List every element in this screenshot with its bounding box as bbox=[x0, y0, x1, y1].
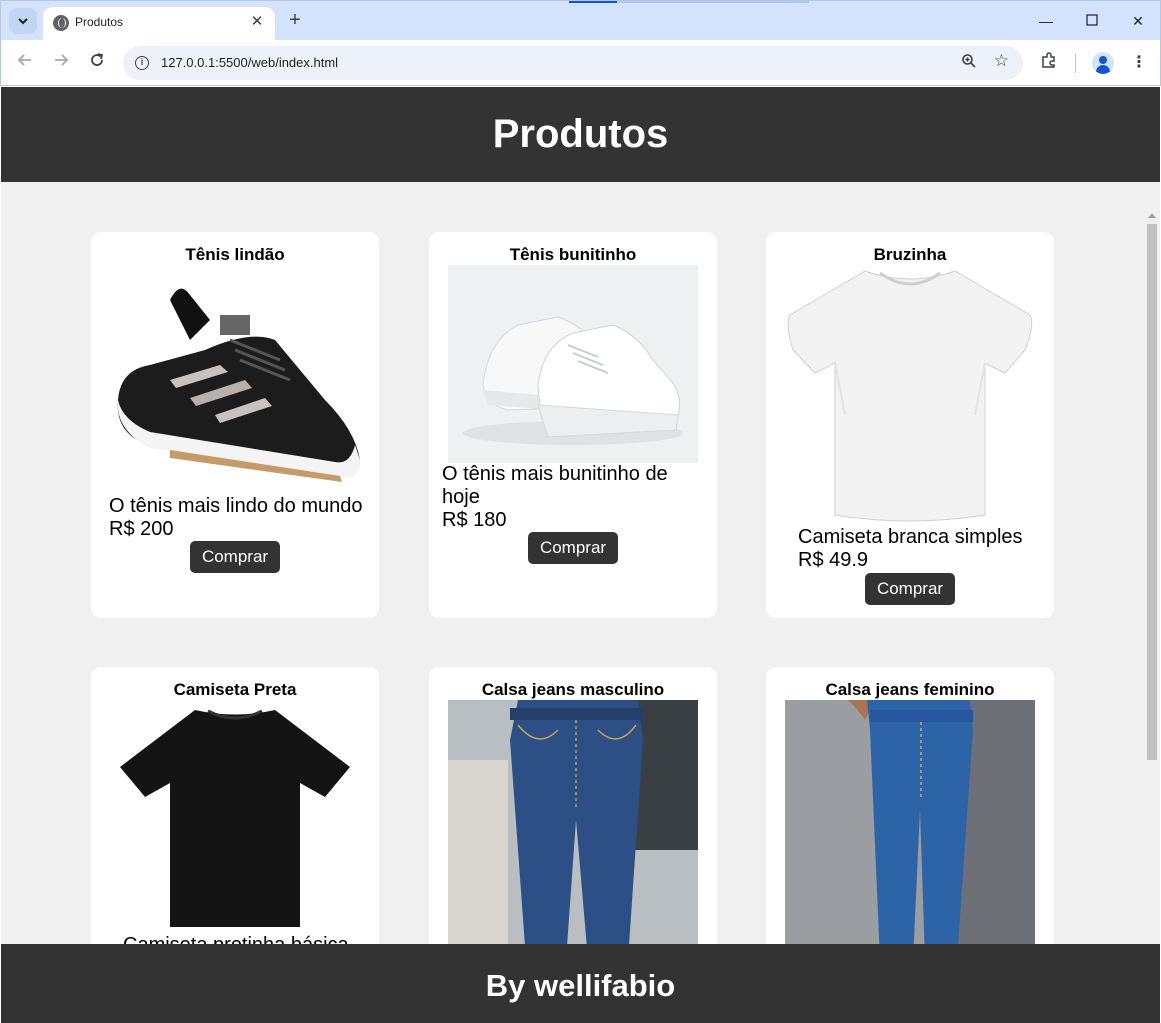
extensions-icon[interactable] bbox=[1037, 51, 1061, 75]
product-image-black-tshirt bbox=[110, 705, 360, 930]
product-image-white-tshirt bbox=[785, 265, 1035, 525]
product-name: Camiseta Preta bbox=[173, 680, 297, 699]
product-name: Calsa jeans feminino bbox=[825, 680, 995, 699]
product-card: Tênis bunitinho O tênis mais bunitinho d… bbox=[429, 232, 717, 618]
footer-text: By wellifabio bbox=[485, 968, 676, 1003]
product-name: Calsa jeans masculino bbox=[481, 680, 665, 699]
scroll-up-arrow-icon[interactable] bbox=[1148, 213, 1156, 218]
new-tab-button[interactable]: + bbox=[285, 9, 305, 31]
product-price: R$ 200 bbox=[109, 518, 174, 540]
toolbar-separator bbox=[1075, 53, 1076, 73]
scrollbar-thumb[interactable] bbox=[1147, 224, 1157, 760]
browser-tab[interactable]: Produtos ✕ bbox=[43, 7, 275, 41]
back-button[interactable] bbox=[13, 51, 37, 75]
tab-strip-accent bbox=[569, 1, 617, 3]
product-image-womens-jeans bbox=[785, 700, 1035, 960]
product-card: Tênis lindão O tênis mais lindo do mundo… bbox=[91, 232, 379, 618]
buy-button[interactable]: Comprar bbox=[527, 532, 619, 564]
product-image-white-sneakers bbox=[448, 265, 698, 463]
address-bar[interactable]: i 127.0.0.1:5500/web/index.html ☆ bbox=[123, 46, 1023, 80]
close-tab-icon[interactable]: ✕ bbox=[247, 12, 267, 32]
buy-button[interactable]: Comprar bbox=[189, 541, 281, 573]
page-scrollbar[interactable] bbox=[1145, 211, 1159, 887]
product-price: R$ 49.9 bbox=[798, 549, 869, 571]
bookmark-star-icon[interactable]: ☆ bbox=[994, 51, 1009, 71]
product-name: Tênis bunitinho bbox=[509, 245, 637, 264]
reload-button[interactable] bbox=[85, 51, 109, 75]
tab-title: Produtos bbox=[75, 15, 124, 29]
maximize-icon bbox=[1086, 14, 1098, 26]
zoom-icon[interactable] bbox=[961, 53, 977, 73]
arrow-right-icon bbox=[55, 54, 69, 66]
buy-button[interactable]: Comprar bbox=[864, 573, 956, 605]
product-price: R$ 180 bbox=[442, 509, 507, 531]
arrow-left-icon bbox=[17, 54, 31, 66]
product-description: O tênis mais bunitinho de hoje bbox=[442, 463, 668, 508]
browser-tab-bar: Produtos ✕ + — ✕ bbox=[0, 0, 1161, 41]
url-text[interactable]: 127.0.0.1:5500/web/index.html bbox=[161, 55, 338, 70]
maximize-button[interactable] bbox=[1081, 10, 1103, 32]
close-window-button[interactable]: ✕ bbox=[1127, 10, 1149, 32]
forward-button[interactable] bbox=[49, 51, 73, 75]
globe-icon bbox=[53, 15, 69, 31]
site-info-icon[interactable]: i bbox=[135, 56, 149, 70]
more-menu-icon[interactable]: ⋮ bbox=[1127, 51, 1151, 75]
product-description: O tênis mais lindo do mundo bbox=[109, 495, 363, 517]
product-card: Bruzinha Camiseta branca simples R$ 49.9… bbox=[766, 232, 1054, 618]
reload-icon bbox=[91, 53, 104, 66]
minimize-button[interactable]: — bbox=[1035, 10, 1057, 32]
product-image-mens-jeans bbox=[448, 700, 698, 960]
product-name: Bruzinha bbox=[873, 245, 947, 264]
product-description: Camiseta branca simples bbox=[798, 526, 1023, 548]
page-title: Produtos bbox=[492, 112, 669, 156]
site-footer: By wellifabio bbox=[1, 944, 1160, 1023]
product-name: Tênis lindão bbox=[185, 245, 285, 264]
browser-toolbar: i 127.0.0.1:5500/web/index.html ☆ ⋮ bbox=[0, 40, 1161, 86]
profile-avatar-icon[interactable] bbox=[1092, 52, 1114, 74]
product-image-black-sneaker bbox=[110, 270, 360, 490]
tab-strip-accent bbox=[617, 1, 809, 3]
site-header: Produtos bbox=[1, 87, 1160, 182]
page-viewport: Produtos Tênis lindão O tênis mais lindo… bbox=[1, 87, 1160, 1023]
chevron-down-icon bbox=[18, 18, 28, 25]
tab-search-button[interactable] bbox=[9, 8, 37, 34]
